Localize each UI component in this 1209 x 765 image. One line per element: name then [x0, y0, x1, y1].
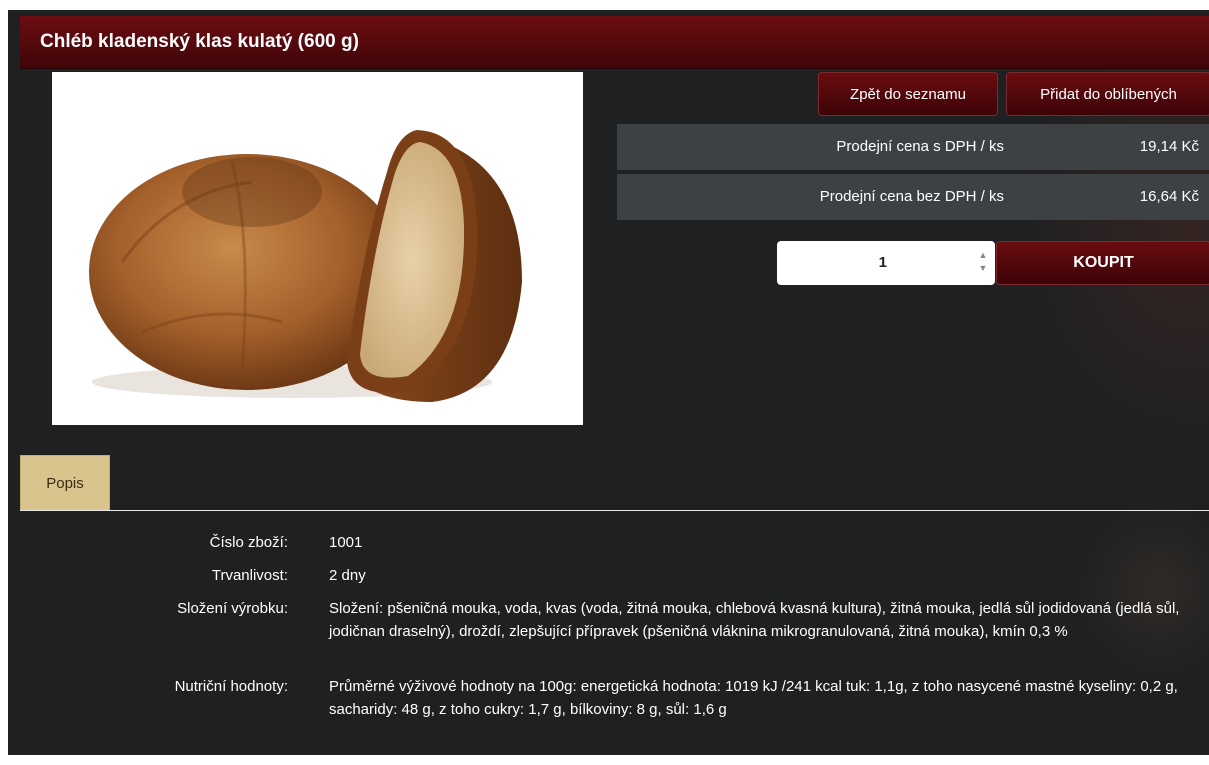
back-to-list-button[interactable]: Zpět do seznamu [818, 72, 998, 116]
title-bar: Chléb kladenský klas kulatý (600 g) [20, 16, 1209, 69]
detail-value: Průměrné výživové hodnoty na 100g: energ… [329, 678, 1178, 718]
product-detail-page: Chléb kladenský klas kulatý (600 g) Zpět… [8, 10, 1209, 755]
quantity-value[interactable]: 1 [777, 254, 975, 271]
tab-popis[interactable]: Popis [20, 455, 110, 511]
price-label: Prodejní cena bez DPH / ks [819, 188, 1004, 205]
detail-label: Složení výrobku: [177, 600, 288, 617]
quantity-stepper[interactable]: 1 ▲ ▼ [777, 241, 995, 285]
price-label: Prodejní cena s DPH / ks [836, 138, 1004, 155]
detail-label: Trvanlivost: [211, 567, 288, 584]
detail-value: Složení: pšeničná mouka, voda, kvas (vod… [329, 600, 1180, 640]
stepper-down-icon[interactable]: ▼ [977, 262, 989, 275]
bread-image [89, 130, 522, 402]
detail-label: Nutriční hodnoty: [174, 678, 288, 695]
stepper-arrows[interactable]: ▲ ▼ [977, 249, 989, 277]
tab-divider [20, 510, 1209, 511]
price-value: 19,14 Kč [1139, 138, 1199, 155]
detail-value: 1001 [329, 534, 363, 551]
add-to-favorites-button[interactable]: Přidat do oblíbených [1006, 72, 1209, 116]
product-image [52, 72, 583, 425]
buy-button[interactable]: KOUPIT [996, 241, 1209, 285]
stepper-up-icon[interactable]: ▲ [977, 249, 989, 262]
detail-value: 2 dny [329, 567, 366, 584]
detail-label: Číslo zboží: [209, 534, 288, 551]
product-title: Chléb kladenský klas kulatý (600 g) [40, 31, 359, 52]
price-value: 16,64 Kč [1139, 188, 1199, 205]
price-with-vat-row: Prodejní cena s DPH / ks 19,14 Kč [617, 124, 1209, 170]
price-without-vat-row: Prodejní cena bez DPH / ks 16,64 Kč [617, 174, 1209, 220]
